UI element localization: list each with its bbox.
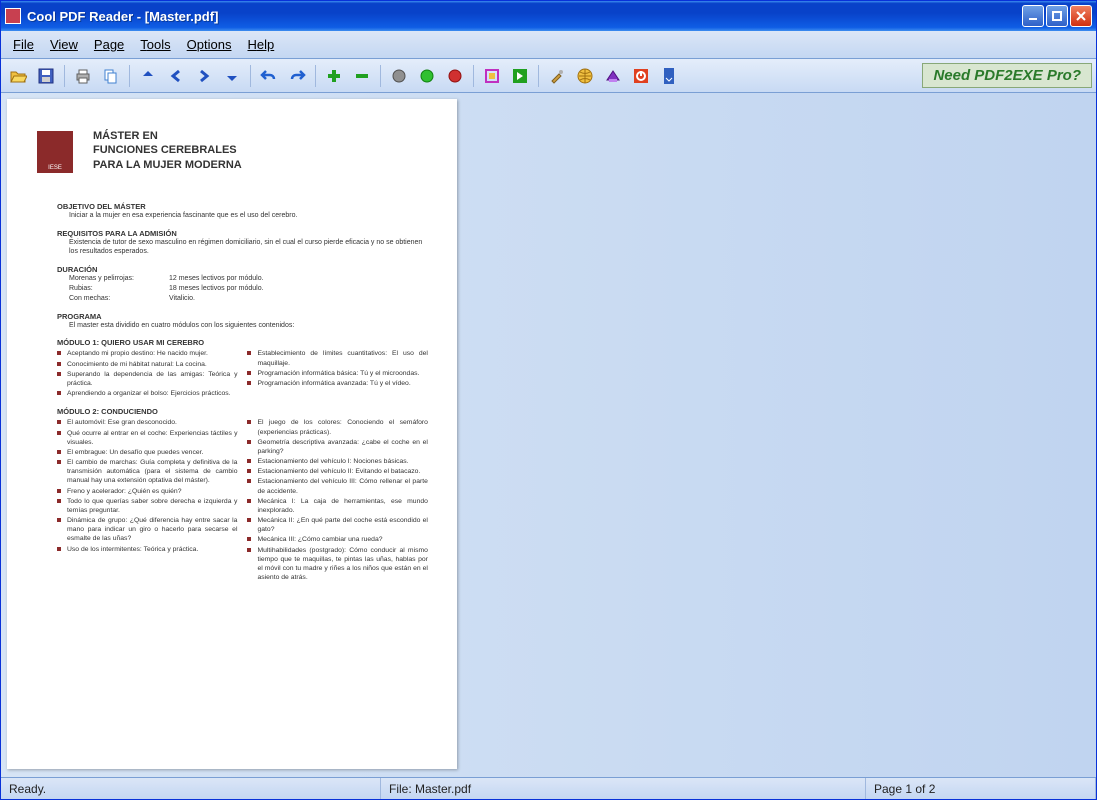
redo-button[interactable]: [284, 63, 310, 89]
menu-view[interactable]: View: [42, 33, 86, 56]
statusbar: Ready. File: Master.pdf Page 1 of 2: [1, 777, 1096, 799]
fit-page-button[interactable]: [479, 63, 505, 89]
list-item: Freno y acelerador: ¿Quién es quién?: [57, 487, 237, 496]
pdf-page: MÁSTER EN FUNCIONES CEREBRALES PARA LA M…: [7, 99, 457, 769]
menu-help[interactable]: Help: [239, 33, 282, 56]
toolbar: Need PDF2EXE Pro?: [1, 59, 1096, 93]
app-icon: [5, 8, 21, 24]
status-green-icon[interactable]: [414, 63, 440, 89]
modulo2-heading: MÓDULO 2: CONDUCIENDO: [57, 407, 433, 416]
programa-heading: PROGRAMA: [57, 312, 433, 321]
settings-button[interactable]: [544, 63, 570, 89]
list-item: Aprendiendo a organizar el bolso: Ejerci…: [57, 389, 237, 398]
menu-file[interactable]: File: [5, 33, 42, 56]
zoom-out-button[interactable]: [349, 63, 375, 89]
modulo2-list-b: El juego de los colores: Conociendo el s…: [247, 418, 427, 583]
doc-title-1: MÁSTER EN: [93, 130, 158, 142]
duracion-heading: DURACIÓN: [57, 265, 433, 274]
document-area[interactable]: MÁSTER EN FUNCIONES CEREBRALES PARA LA M…: [1, 93, 1096, 777]
modulo2-list-a: El automóvil: Ese gran desconocido. Qué o…: [57, 418, 237, 583]
first-page-button[interactable]: [135, 63, 161, 89]
list-item: Mecánica I: La caja de herramientas, ese…: [247, 497, 427, 515]
help-button[interactable]: [600, 63, 626, 89]
requisitos-heading: REQUISITOS PARA LA ADMISIÓN: [57, 229, 433, 238]
maximize-button[interactable]: [1046, 5, 1068, 27]
list-item: El juego de los colores: Conociendo el s…: [247, 418, 427, 436]
print-button[interactable]: [70, 63, 96, 89]
list-item: Aceptando mi propio destino: He nacido m…: [57, 349, 237, 358]
next-page-button[interactable]: [191, 63, 217, 89]
open-button[interactable]: [5, 63, 31, 89]
window-title: Cool PDF Reader - [Master.pdf]: [27, 9, 1022, 24]
promo-link[interactable]: Need PDF2EXE Pro?: [922, 63, 1092, 88]
status-file: File: Master.pdf: [381, 778, 866, 799]
list-item: Uso de los intermitentes: Teórica y prác…: [57, 545, 237, 554]
list-item: Multihabilidades (postgrado): Cómo condu…: [247, 546, 427, 583]
doc-title-3: PARA LA MUJER MODERNA: [93, 159, 242, 171]
titlebar: Cool PDF Reader - [Master.pdf]: [1, 1, 1096, 31]
list-item: Qué ocurre al entrar en el coche: Experi…: [57, 429, 237, 447]
dropdown-icon[interactable]: [656, 63, 682, 89]
menubar: File View Page Tools Options Help: [1, 31, 1096, 59]
minimize-button[interactable]: [1022, 5, 1044, 27]
copy-button[interactable]: [98, 63, 124, 89]
prev-page-button[interactable]: [163, 63, 189, 89]
close-button[interactable]: [1070, 5, 1092, 27]
modulo1-heading: MÓDULO 1: QUIERO USAR MI CEREBRO: [57, 338, 433, 347]
modulo1-list-a: Aceptando mi propio destino: He nacido m…: [57, 349, 237, 399]
list-item: Geometría descriptiva avanzada: ¿cabe el…: [247, 438, 427, 456]
undo-button[interactable]: [256, 63, 282, 89]
list-item: El cambio de marchas: Guía completa y de…: [57, 458, 237, 486]
menu-page[interactable]: Page: [86, 33, 132, 56]
status-gray-icon[interactable]: [386, 63, 412, 89]
go-button[interactable]: [507, 63, 533, 89]
menu-tools[interactable]: Tools: [132, 33, 178, 56]
status-ready: Ready.: [1, 778, 381, 799]
last-page-button[interactable]: [219, 63, 245, 89]
objetivo-text: Iniciar a la mujer en esa experiencia fa…: [69, 211, 433, 221]
requisitos-text: Existencia de tutor de sexo masculino en…: [69, 238, 433, 258]
menu-options[interactable]: Options: [179, 33, 240, 56]
iese-logo: [37, 131, 73, 173]
list-item: Programación informática avanzada: Tú y …: [247, 379, 427, 388]
list-item: Mecánica II: ¿En qué parte del coche est…: [247, 516, 427, 534]
modulo1-list-b: Establecimiento de límites cuantitativos…: [247, 349, 427, 399]
list-item: Dinámica de grupo: ¿Qué diferencia hay e…: [57, 516, 237, 544]
doc-title-2: FUNCIONES CEREBRALES: [93, 144, 237, 156]
list-item: Estacionamiento del vehículo I: Nociones…: [247, 457, 427, 466]
save-button[interactable]: [33, 63, 59, 89]
list-item: Conocimiento de mi hábitat natural: La c…: [57, 360, 237, 369]
list-item: Superando la dependencia de las amigas: …: [57, 370, 237, 388]
objetivo-heading: OBJETIVO DEL MÁSTER: [57, 202, 433, 211]
list-item: Estacionamiento del vehículo II: Evitand…: [247, 467, 427, 476]
programa-text: El master esta dividido en cuatro módulo…: [69, 321, 433, 331]
power-button[interactable]: [628, 63, 654, 89]
list-item: Estacionamiento del vehículo III: Cómo r…: [247, 477, 427, 495]
list-item: El automóvil: Ese gran desconocido.: [57, 418, 237, 427]
web-button[interactable]: [572, 63, 598, 89]
status-red-icon[interactable]: [442, 63, 468, 89]
list-item: Todo lo que querías saber sobre derecha …: [57, 497, 237, 515]
list-item: Mecánica III: ¿Cómo cambiar una rueda?: [247, 535, 427, 544]
list-item: Establecimiento de límites cuantitativos…: [247, 349, 427, 367]
list-item: El embrague: Un desafío que puedes vence…: [57, 448, 237, 457]
list-item: Programación informática básica: Tú y el…: [247, 369, 427, 378]
status-page: Page 1 of 2: [866, 778, 1096, 799]
zoom-in-button[interactable]: [321, 63, 347, 89]
